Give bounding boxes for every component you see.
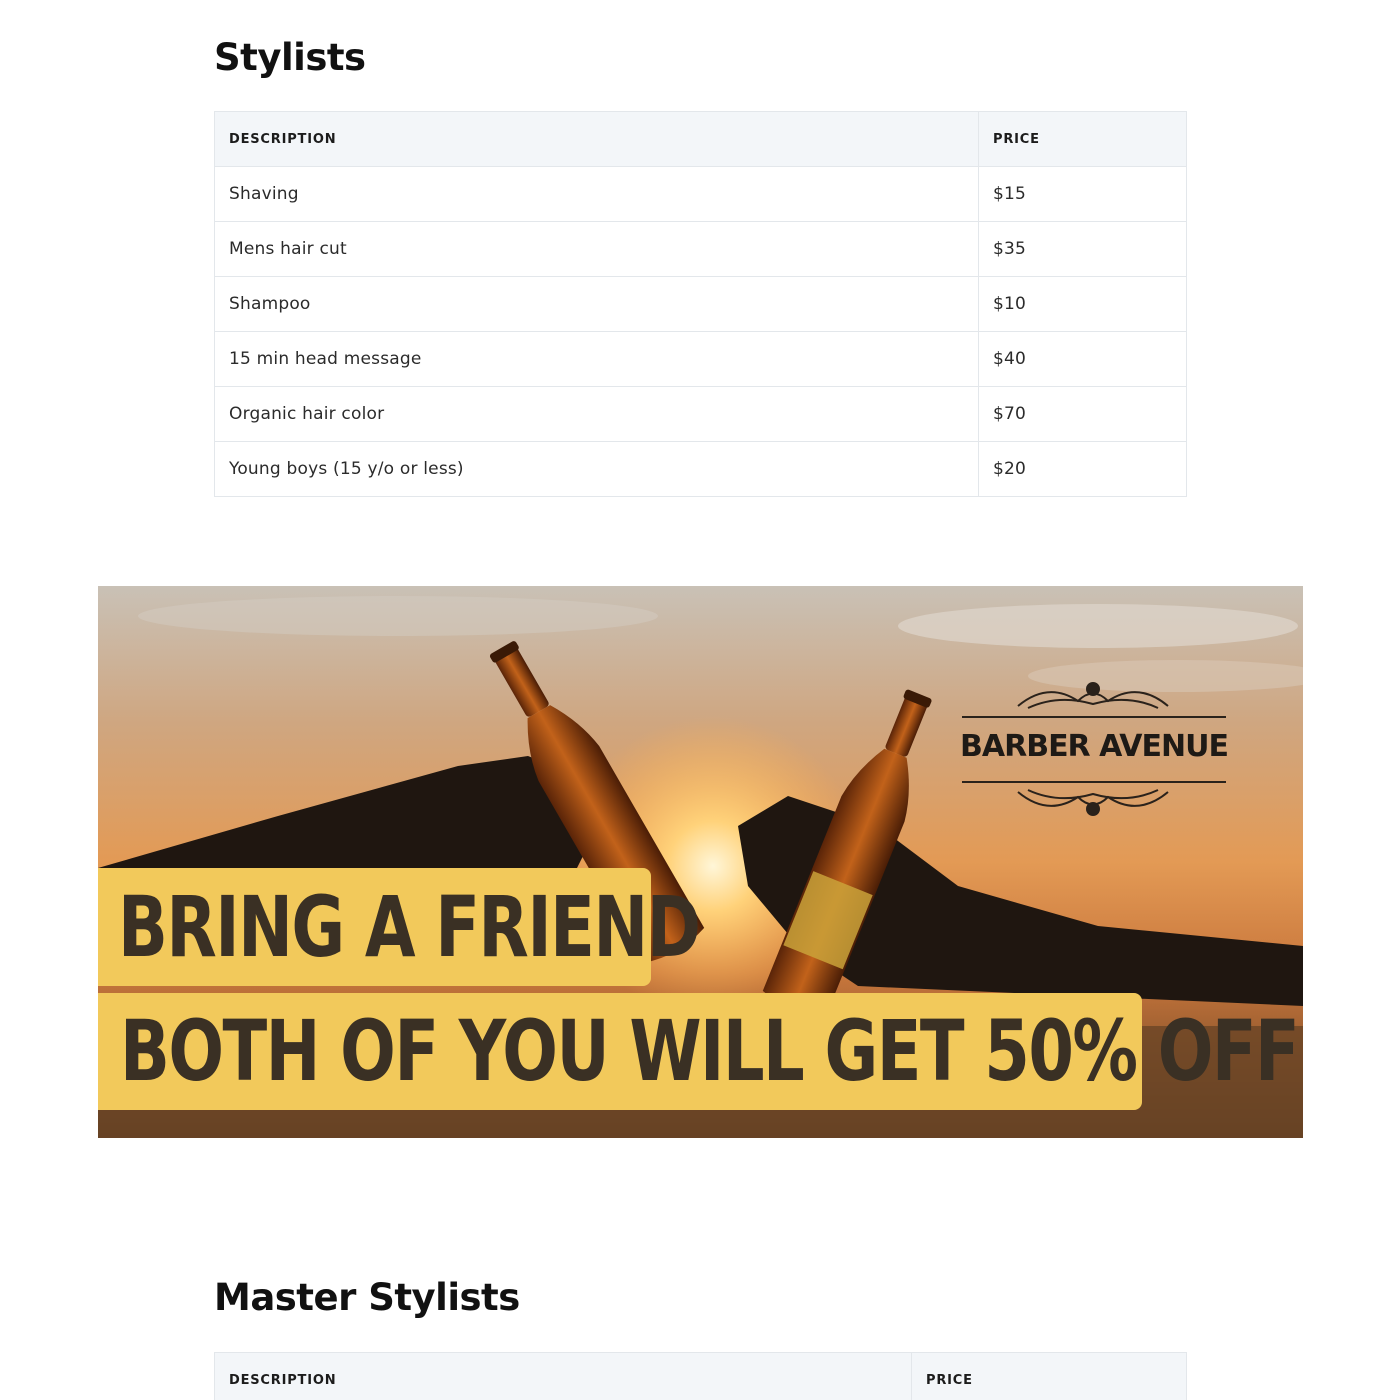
promo-offer: BOTH OF YOU WILL GET 50% OFF <box>98 993 1300 1110</box>
service-description: Mens hair cut <box>214 221 979 277</box>
service-description: Shaving <box>214 166 979 222</box>
table-row: 15 min head message $40 <box>214 331 1187 387</box>
promo-headline: BRING A FRIEND <box>98 868 701 986</box>
logo-brand-name: BARBER AVENUE <box>960 729 1229 764</box>
table-row: Young boys (15 y/o or less) $20 <box>214 441 1187 497</box>
table-row: Organic hair color $70 <box>214 386 1187 442</box>
description-column-header: DESCRIPTION <box>214 1352 912 1400</box>
cloud-shape <box>138 596 658 636</box>
price-column-header: PRICE <box>911 1352 1187 1400</box>
promo-offer-text: BOTH OF YOU WILL GET 50% OFF <box>120 1002 1300 1100</box>
stylists-price-table: DESCRIPTION PRICE Shaving $15 Mens hair … <box>214 111 1187 497</box>
master-stylists-heading: Master Stylists <box>214 1276 520 1319</box>
cloud-shape <box>898 604 1298 648</box>
promo-headline-text: BRING A FRIEND <box>118 878 701 976</box>
service-description: Shampoo <box>214 276 979 332</box>
promo-banner-image: BARBER AVENUE BRING A FRIEND BOTH OF YOU… <box>98 586 1303 1138</box>
service-description: Organic hair color <box>214 386 979 442</box>
service-price: $15 <box>978 166 1187 222</box>
table-header-row: DESCRIPTION PRICE <box>214 111 1187 167</box>
price-column-header: PRICE <box>978 111 1187 167</box>
table-row: Mens hair cut $35 <box>214 221 1187 277</box>
table-header-row: DESCRIPTION PRICE <box>214 1352 1187 1400</box>
price-list-page: Stylists DESCRIPTION PRICE Shaving $15 M… <box>0 0 1400 1400</box>
service-price: $40 <box>978 331 1187 387</box>
service-price: $20 <box>978 441 1187 497</box>
service-description: Young boys (15 y/o or less) <box>214 441 979 497</box>
table-row: Shaving $15 <box>214 166 1187 222</box>
service-description: 15 min head message <box>214 331 979 387</box>
service-price: $10 <box>978 276 1187 332</box>
master-stylists-price-table: DESCRIPTION PRICE <box>214 1352 1187 1400</box>
barber-avenue-logo: BARBER AVENUE <box>960 682 1229 822</box>
stylists-heading: Stylists <box>214 36 366 79</box>
description-column-header: DESCRIPTION <box>214 111 979 167</box>
service-price: $35 <box>978 221 1187 277</box>
table-row: Shampoo $10 <box>214 276 1187 332</box>
service-price: $70 <box>978 386 1187 442</box>
